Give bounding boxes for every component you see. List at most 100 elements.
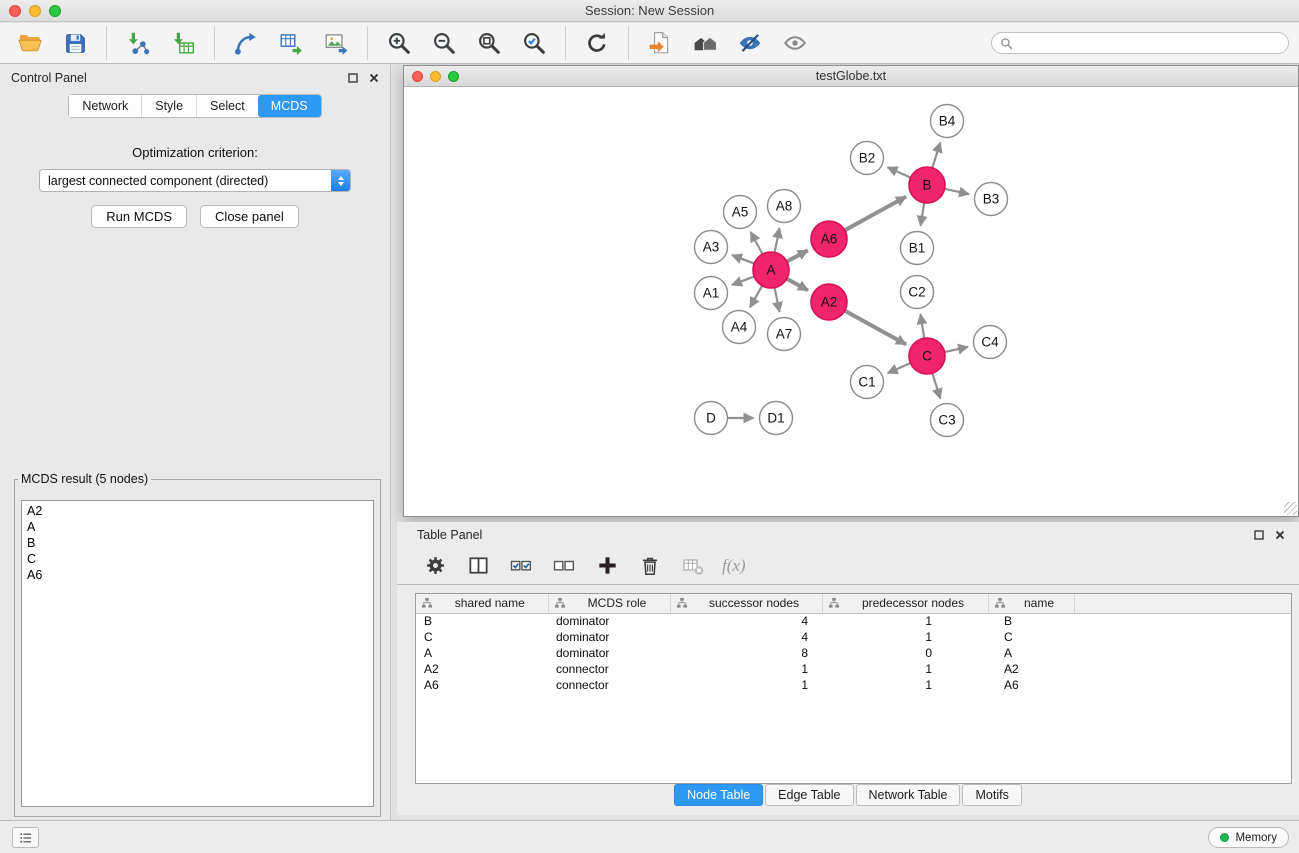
tab-select[interactable]: Select <box>196 95 258 117</box>
mcds-result-item[interactable]: A2 <box>27 503 368 519</box>
graph-node-A3[interactable]: A3 <box>695 231 728 264</box>
table-cell[interactable]: A <box>416 645 548 661</box>
run-mcds-button[interactable]: Run MCDS <box>91 205 187 228</box>
float-table-panel-button[interactable] <box>1254 530 1264 540</box>
graph-edge-A-A6[interactable] <box>787 250 808 261</box>
tab-mcds[interactable]: MCDS <box>258 95 321 117</box>
graph-node-A4[interactable]: A4 <box>723 311 756 344</box>
graph-edge-B-B3[interactable] <box>945 189 969 194</box>
show-hide-button[interactable] <box>775 26 815 60</box>
network-window-titlebar[interactable]: testGlobe.txt <box>404 66 1298 87</box>
graph-node-A8[interactable]: A8 <box>768 190 801 223</box>
save-session-button[interactable] <box>55 26 95 60</box>
tab-node-table[interactable]: Node Table <box>674 784 763 806</box>
table-cell[interactable]: 1 <box>822 613 988 629</box>
tab-motifs[interactable]: Motifs <box>962 784 1021 806</box>
resize-grip[interactable] <box>1284 502 1297 515</box>
graph-node-B3[interactable]: B3 <box>975 183 1008 216</box>
sort-icon[interactable] <box>828 597 840 612</box>
add-column-button[interactable] <box>593 552 621 580</box>
sort-icon[interactable] <box>994 597 1006 612</box>
table-cell[interactable]: connector <box>548 661 670 677</box>
table-cell[interactable]: 1 <box>822 629 988 645</box>
column-header-shared-name[interactable]: shared name <box>416 594 548 613</box>
mcds-result-item[interactable]: B <box>27 535 368 551</box>
graph-node-C4[interactable]: C4 <box>974 326 1007 359</box>
home-view-button[interactable] <box>685 26 725 60</box>
table-cell[interactable]: A6 <box>416 677 548 693</box>
graph-edge-C-C4[interactable] <box>945 347 968 352</box>
graph-edge-B-B2[interactable] <box>888 167 911 177</box>
mcds-result-item[interactable]: A <box>27 519 368 535</box>
table-cell[interactable]: A6 <box>988 677 1074 693</box>
graph-edge-A-A7[interactable] <box>775 288 780 312</box>
graph-node-A1[interactable]: A1 <box>695 277 728 310</box>
show-panels-button[interactable] <box>12 827 39 848</box>
graph-edge-C-C1[interactable] <box>888 363 911 373</box>
table-row[interactable]: Bdominator41B <box>416 613 1291 629</box>
deselect-all-button[interactable] <box>550 552 578 580</box>
open-file-button[interactable] <box>640 26 680 60</box>
table-cell[interactable]: 8 <box>670 645 822 661</box>
table-cell[interactable]: dominator <box>548 645 670 661</box>
table-cell[interactable]: C <box>988 629 1074 645</box>
export-table-button[interactable] <box>271 26 311 60</box>
minimize-network-window-button[interactable] <box>430 71 441 82</box>
table-cell[interactable]: A2 <box>416 661 548 677</box>
graph-node-C2[interactable]: C2 <box>901 276 934 309</box>
graph-node-A[interactable]: A <box>753 252 789 288</box>
graph-edge-B-B1[interactable] <box>921 203 925 226</box>
graph-node-D[interactable]: D <box>695 402 728 435</box>
graph-node-A2[interactable]: A2 <box>811 284 847 320</box>
zoom-fit-button[interactable] <box>469 26 509 60</box>
float-panel-button[interactable] <box>348 73 358 83</box>
table-cell[interactable]: 4 <box>670 629 822 645</box>
zoom-out-button[interactable] <box>424 26 464 60</box>
graph-node-A7[interactable]: A7 <box>768 318 801 351</box>
table-cell[interactable]: 4 <box>670 613 822 629</box>
graph-edge-A-A1[interactable] <box>732 276 754 285</box>
mcds-result-item[interactable]: A6 <box>27 567 368 583</box>
close-window-button[interactable] <box>9 5 21 17</box>
column-header-predecessor-nodes[interactable]: predecessor nodes <box>822 594 988 613</box>
delete-column-button[interactable] <box>636 552 664 580</box>
graph-node-B[interactable]: B <box>909 167 945 203</box>
graph-node-B1[interactable]: B1 <box>901 232 934 265</box>
mcds-result-item[interactable]: C <box>27 551 368 567</box>
table-row[interactable]: A6connector11A6 <box>416 677 1291 693</box>
graph-node-B4[interactable]: B4 <box>931 105 964 138</box>
table-cell[interactable]: connector <box>548 677 670 693</box>
table-cell[interactable]: dominator <box>548 629 670 645</box>
table-cell[interactable]: 1 <box>822 661 988 677</box>
memory-button[interactable]: Memory <box>1208 827 1289 848</box>
apply-layout-button[interactable] <box>577 26 617 60</box>
table-cell[interactable]: B <box>416 613 548 629</box>
maximize-window-button[interactable] <box>49 5 61 17</box>
search-input[interactable] <box>1017 36 1280 50</box>
graph-edge-A2-C[interactable] <box>845 311 906 345</box>
show-column-button[interactable] <box>464 552 492 580</box>
column-header-mcds-role[interactable]: MCDS role <box>548 594 670 613</box>
table-cell[interactable]: 1 <box>822 677 988 693</box>
table-cell[interactable]: A <box>988 645 1074 661</box>
table-cell[interactable]: dominator <box>548 613 670 629</box>
column-header-name[interactable]: name <box>988 594 1074 613</box>
graph-edge-A-A5[interactable] <box>751 232 763 254</box>
export-image-button[interactable] <box>316 26 356 60</box>
mcds-result-list[interactable]: A2ABCA6 <box>21 500 374 807</box>
tab-edge-table[interactable]: Edge Table <box>765 784 853 806</box>
tab-network-table[interactable]: Network Table <box>856 784 961 806</box>
table-row[interactable]: Adominator80A <box>416 645 1291 661</box>
graph-edge-A-A8[interactable] <box>775 228 780 252</box>
table-cell[interactable]: C <box>416 629 548 645</box>
close-panel-button[interactable]: Close panel <box>200 205 299 228</box>
graph-edge-A-A4[interactable] <box>750 286 762 308</box>
table-row[interactable]: Cdominator41C <box>416 629 1291 645</box>
table-cell[interactable]: A2 <box>988 661 1074 677</box>
graph-edge-A6-B[interactable] <box>845 197 906 231</box>
function-builder-button[interactable]: f(x) <box>722 556 746 576</box>
maximize-network-window-button[interactable] <box>448 71 459 82</box>
graph-node-C1[interactable]: C1 <box>851 366 884 399</box>
zoom-selected-button[interactable] <box>514 26 554 60</box>
table-cell[interactable]: 0 <box>822 645 988 661</box>
